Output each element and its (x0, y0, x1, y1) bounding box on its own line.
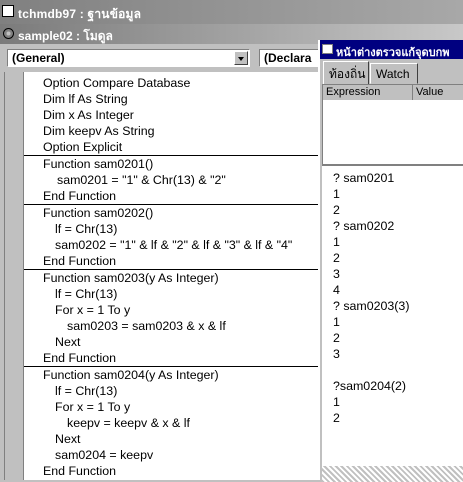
code-line[interactable]: Dim keepv As String (24, 123, 319, 139)
code-line[interactable]: keepv = keepv & x & lf (24, 415, 319, 431)
debug-window-title: หน้าต่างตรวจแก้จุดบกพ (336, 47, 450, 59)
code-line[interactable]: Dim lf As String (24, 91, 319, 107)
code-line[interactable]: End Function (24, 463, 319, 479)
code-editor[interactable]: Option Compare Database Dim lf As String… (4, 72, 319, 480)
output-line: 2 (333, 411, 340, 425)
code-line[interactable]: sam0202 = "1" & lf & "2" & lf & "3" & lf… (24, 237, 319, 253)
tab-locals-label: ท้องถิ่น (329, 67, 366, 81)
output-line: 2 (333, 331, 340, 345)
expression-column-header[interactable]: Expression (323, 85, 413, 100)
object-combo-value: (General) (12, 51, 65, 65)
code-line[interactable]: lf = Chr(13) (24, 383, 319, 399)
debug-window-icon (322, 44, 333, 54)
code-lines: Option Compare Database Dim lf As String… (24, 75, 319, 479)
tab-watch-label: Watch (376, 67, 410, 81)
code-line[interactable]: Next (24, 334, 319, 350)
object-combo[interactable]: (General) (7, 49, 250, 67)
output-line: 1 (333, 235, 340, 249)
database-window-title: tchmdb97 : ฐานข้อมูล (18, 7, 142, 21)
tab-locals[interactable]: ท้องถิ่น (323, 61, 369, 85)
output-line: 1 (333, 187, 340, 201)
output-line: ? sam0201 (333, 171, 395, 185)
output-line: 4 (333, 283, 340, 297)
code-line[interactable]: For x = 1 To y (24, 302, 319, 318)
code-line[interactable]: sam0201 = "1" & Chr(13) & "2" (24, 172, 319, 188)
code-line[interactable]: Function sam0204(y As Integer) (24, 366, 319, 383)
code-line[interactable]: End Function (24, 350, 319, 366)
database-window-icon (2, 5, 14, 17)
immediate-output[interactable]: ? sam0201 1 2 ? sam0202 1 2 3 4 ? sam020… (322, 164, 463, 482)
code-line[interactable]: lf = Chr(13) (24, 286, 319, 302)
code-line[interactable]: Function sam0201() (24, 155, 319, 172)
value-header-label: Value (416, 86, 444, 98)
code-line[interactable]: Option Compare Database (24, 75, 319, 91)
debug-window-title-bar[interactable]: หน้าต่างตรวจแก้จุดบกพ (320, 40, 463, 59)
debug-window: หน้าต่างตรวจแก้จุดบกพ ท้องถิ่น Watch Exp… (318, 40, 463, 482)
code-line[interactable]: Option Explicit (24, 139, 319, 155)
code-line[interactable]: End Function (24, 188, 319, 204)
output-line: 3 (333, 347, 340, 361)
output-line: 2 (333, 251, 340, 265)
output-line: 1 (333, 315, 340, 329)
output-line: 3 (333, 267, 340, 281)
output-line: 2 (333, 203, 340, 217)
output-line: ?sam0204(2) (333, 379, 407, 393)
output-line: ? sam0203(3) (333, 299, 410, 313)
code-line[interactable]: sam0204 = keepv (24, 447, 319, 463)
code-line[interactable]: sam0203 = sam0203 & x & lf (24, 318, 319, 334)
editor-margin (5, 72, 24, 480)
code-line[interactable]: Next (24, 431, 319, 447)
module-icon (3, 28, 14, 39)
output-line: ? sam0202 (333, 219, 395, 233)
code-line[interactable]: lf = Chr(13) (24, 221, 319, 237)
code-line[interactable]: Function sam0202() (24, 204, 319, 221)
code-line[interactable]: End Function (24, 253, 319, 269)
database-window-title-bar[interactable]: tchmdb97 : ฐานข้อมูล (0, 0, 463, 24)
procedure-combo-value: (Declara (264, 51, 312, 65)
value-column-header[interactable]: Value (413, 85, 463, 100)
output-line: 1 (333, 395, 340, 409)
code-line[interactable]: For x = 1 To y (24, 399, 319, 415)
code-line[interactable]: Dim x As Integer (24, 107, 319, 123)
chevron-down-icon[interactable] (234, 51, 248, 65)
expression-header-label: Expression (326, 86, 381, 98)
code-line[interactable]: Function sam0203(y As Integer) (24, 269, 319, 286)
tab-watch[interactable]: Watch (370, 63, 418, 84)
